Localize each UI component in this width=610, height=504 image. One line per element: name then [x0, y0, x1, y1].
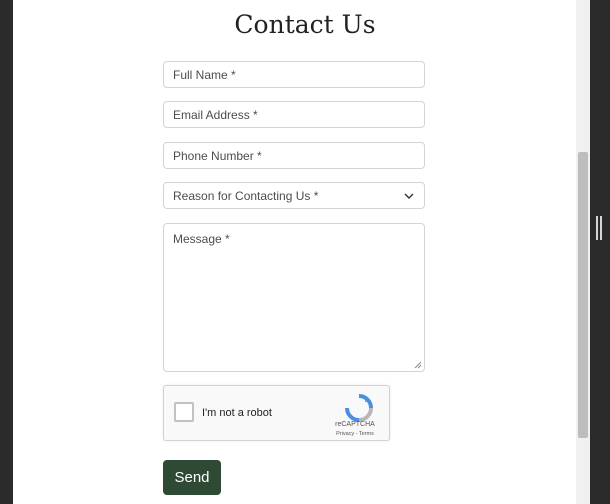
recaptcha-widget: I'm not a robot reCAPTCHA Privacy - Term… [163, 385, 390, 441]
page-title: Contact Us [234, 10, 376, 39]
phone-input[interactable]: Phone Number * [163, 142, 425, 169]
reason-select-value: Reason for Contacting Us * [173, 189, 319, 203]
resize-grip-icon[interactable] [596, 216, 603, 240]
reason-select[interactable]: Reason for Contacting Us * [163, 182, 425, 209]
recaptcha-logo-icon [345, 394, 373, 422]
recaptcha-brand: reCAPTCHA [335, 421, 375, 428]
message-textarea[interactable]: Message * [163, 223, 425, 372]
email-input[interactable]: Email Address * [163, 101, 425, 128]
message-placeholder: Message * [173, 232, 230, 246]
recaptcha-links[interactable]: Privacy - Terms [324, 431, 386, 437]
send-button[interactable]: Send [163, 460, 221, 495]
email-placeholder: Email Address * [173, 108, 258, 122]
recaptcha-label: I'm not a robot [202, 407, 272, 419]
textarea-resize-icon[interactable] [414, 361, 422, 369]
full-name-input[interactable]: Full Name * [163, 61, 425, 88]
scrollbar-thumb[interactable] [578, 152, 588, 438]
phone-placeholder: Phone Number * [173, 149, 262, 163]
full-name-placeholder: Full Name * [173, 68, 236, 82]
chevron-down-icon [404, 193, 414, 199]
recaptcha-checkbox[interactable] [174, 402, 194, 422]
right-side-panel [590, 0, 610, 504]
